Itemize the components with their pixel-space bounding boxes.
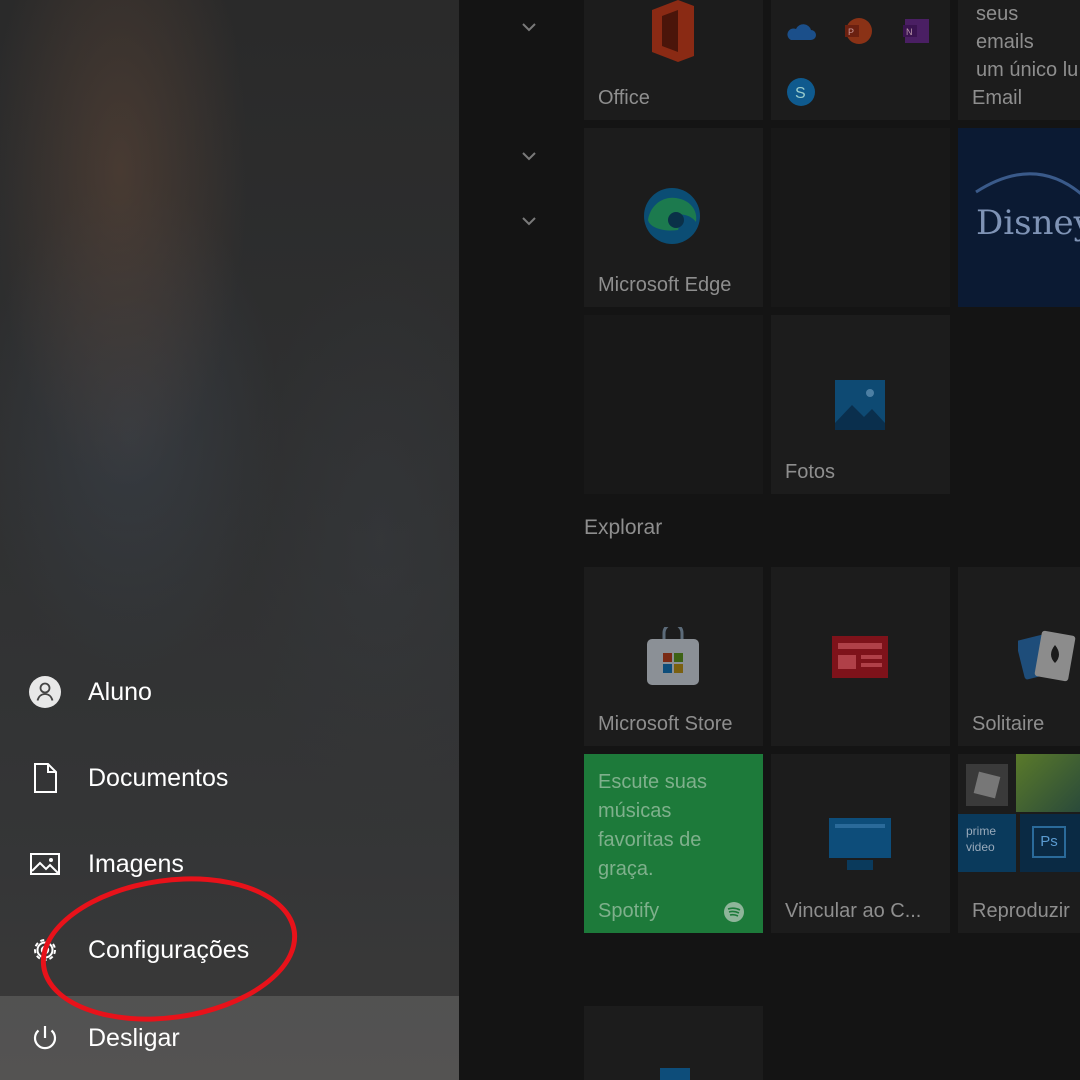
onedrive-icon (787, 24, 816, 40)
tile-fotos[interactable]: Fotos (771, 315, 950, 494)
tile-label: Reproduzir (972, 900, 1070, 922)
user-avatar-icon (28, 675, 62, 709)
photos-icon (835, 380, 885, 430)
game-cover-icon (1016, 754, 1080, 812)
powerpoint-icon: P (845, 18, 872, 44)
phone-link-icon (829, 818, 891, 870)
tile-empty (771, 128, 950, 307)
onenote-icon: N (903, 19, 929, 43)
nav-item-documents[interactable]: Documentos (0, 736, 459, 820)
document-icon (28, 761, 62, 795)
roblox-icon (966, 764, 1008, 806)
svg-text:N: N (906, 27, 913, 37)
tile-label: Spotify (598, 900, 660, 922)
tile-label: Office (598, 87, 650, 109)
tile-office[interactable]: Office (584, 0, 763, 120)
image-icon (28, 847, 62, 881)
svg-text:S: S (795, 85, 806, 102)
photoshop-icon-label: Ps (1032, 826, 1066, 858)
tile-label: Microsoft Edge (598, 274, 732, 296)
spotify-promo-text: Escute suas músicas favoritas de graça. (598, 771, 707, 880)
svg-text:P: P (848, 27, 854, 37)
prime-video-logo-line: prime (966, 824, 997, 838)
tile-solitaire[interactable]: Solitaire (958, 567, 1080, 746)
tile-phone-link[interactable]: Vincular ao C... (771, 754, 950, 933)
tile-partial[interactable] (584, 1006, 763, 1080)
cards-icon (1018, 630, 1076, 682)
tile-label: Microsoft Store (598, 713, 733, 735)
tile-empty (584, 315, 763, 494)
store-bag-icon (647, 627, 699, 685)
tile-news[interactable] (771, 567, 950, 746)
email-preview-line: um único lu (976, 59, 1079, 81)
chevron-down-icon[interactable] (518, 210, 540, 232)
tile-label: Fotos (785, 461, 836, 483)
nav-item-label: Desligar (88, 1023, 180, 1052)
email-preview-text: seus emails um único lu (976, 0, 1080, 84)
chevron-down-icon[interactable] (518, 145, 540, 167)
skype-icon: S (787, 78, 815, 106)
office-logo-icon (652, 0, 694, 62)
disney-logo-text: Disney (976, 203, 1080, 243)
tile-play-group[interactable]: prime video Ps Reproduzir (958, 754, 1080, 933)
tile-microsoft-store[interactable]: Microsoft Store (584, 567, 763, 746)
nav-item-label: Aluno (88, 677, 152, 706)
spotify-logo-icon (724, 902, 744, 922)
news-icon (832, 636, 888, 678)
tile-label: Vincular ao C... (785, 900, 922, 922)
tile-disney-plus[interactable]: Disney (958, 128, 1080, 307)
tile-label: Solitaire (972, 713, 1045, 735)
disney-logo-icon: Disney (975, 172, 1080, 243)
tile-spotify[interactable]: Escute suas músicas favoritas de graça. … (584, 754, 763, 933)
tile-label: Email (972, 87, 1023, 109)
start-menu-left-panel: Aluno Documentos Imagens Configurações D… (0, 0, 459, 1080)
tile-office-apps-group[interactable]: P N S (771, 0, 950, 120)
photoshop-icon: Ps (1020, 814, 1080, 872)
nav-item-user-account[interactable]: Aluno (0, 650, 459, 734)
nav-item-label: Documentos (88, 763, 229, 792)
nav-item-label: Imagens (88, 849, 184, 878)
tile-partial-icon (660, 1068, 690, 1080)
prime-video-logo-line: video (966, 840, 995, 854)
section-title-explorar: Explorar (584, 516, 663, 539)
nav-item-power[interactable]: Desligar (0, 996, 459, 1080)
prime-video-icon: prime video (958, 814, 1016, 872)
chevron-down-icon[interactable] (518, 16, 540, 38)
tile-microsoft-edge[interactable]: Microsoft Edge (584, 128, 763, 307)
email-preview-line: seus emails (976, 3, 1034, 53)
edge-logo-icon (644, 188, 700, 244)
power-icon (28, 1021, 62, 1055)
